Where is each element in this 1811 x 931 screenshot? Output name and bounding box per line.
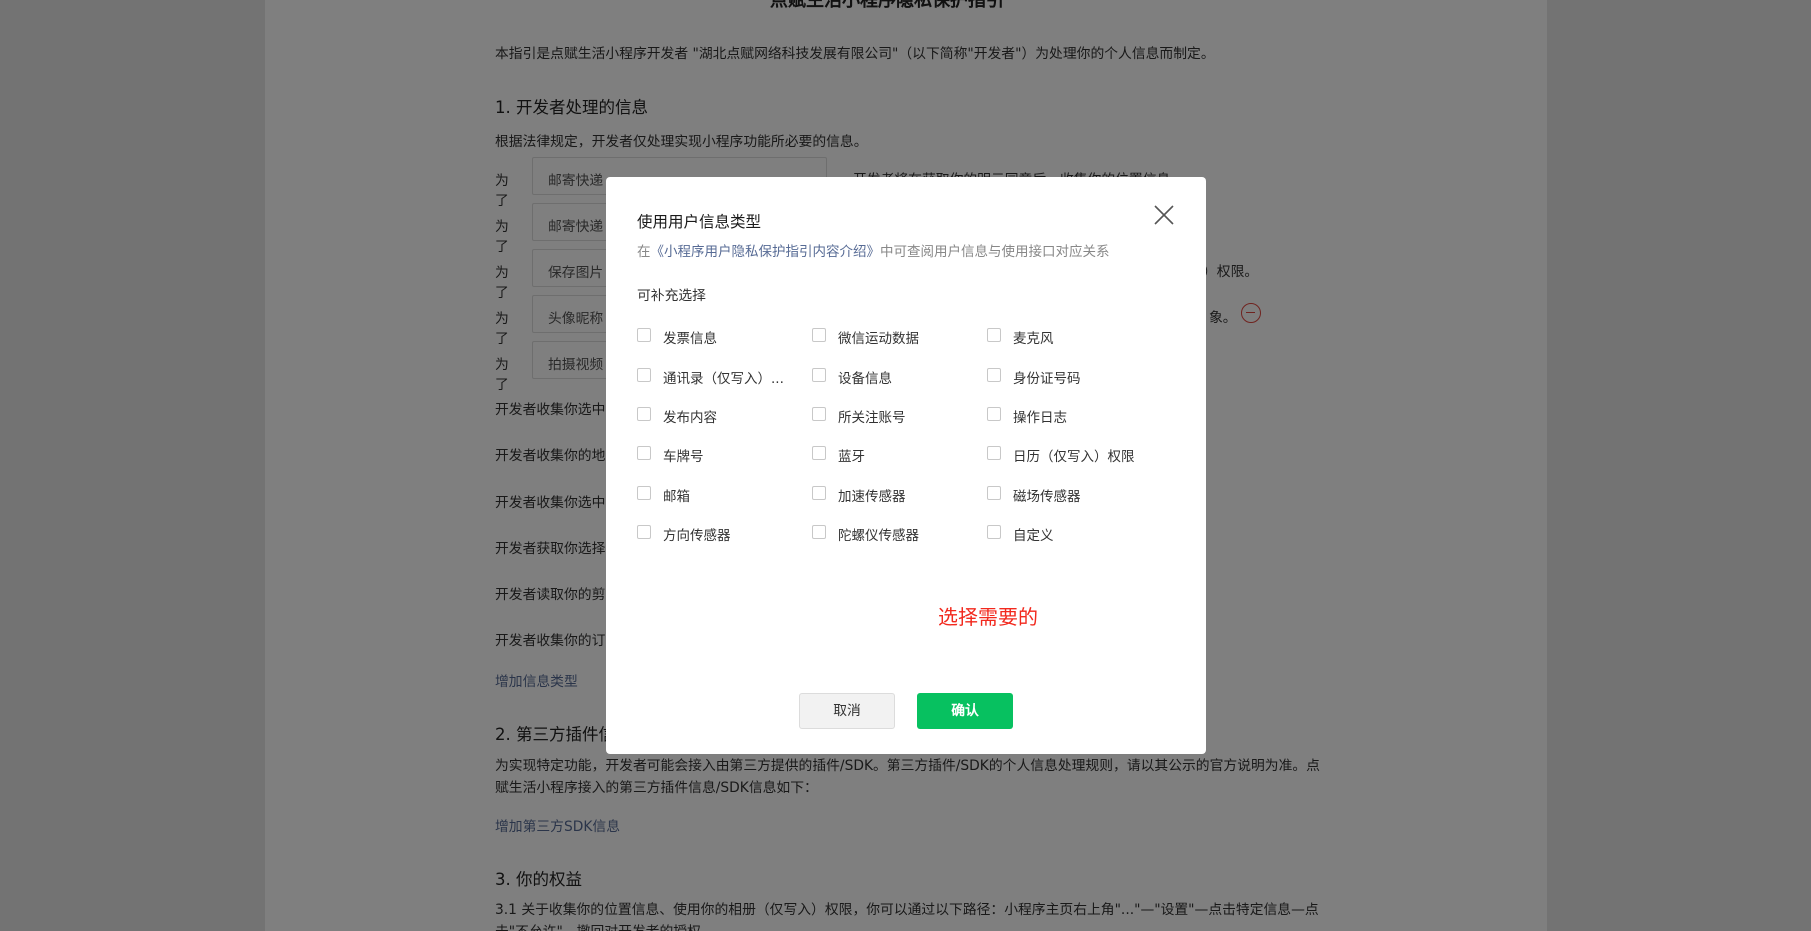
cancel-button[interactable]: 取消 <box>799 693 895 729</box>
privacy-guide-intro-link[interactable]: 《小程序用户隐私保护指引内容介绍》 <box>651 244 881 260</box>
option-label: 陀螺仪传感器 <box>838 528 919 544</box>
option-label: 加速传感器 <box>838 489 906 505</box>
subtitle-prefix: 在 <box>637 244 651 260</box>
checkbox-box[interactable] <box>637 328 651 342</box>
option-label: 方向传感器 <box>663 528 731 544</box>
option-label: 邮箱 <box>663 489 690 505</box>
option-label: 麦克风 <box>1013 331 1054 347</box>
option-label: 车牌号 <box>663 449 704 465</box>
option-label: 所关注账号 <box>838 410 906 426</box>
option-label: 设备信息 <box>838 371 892 387</box>
option-label: 发布内容 <box>663 410 717 426</box>
dialog-title: 使用用户信息类型 <box>637 213 762 231</box>
optional-selection-label: 可补充选择 <box>637 288 706 304</box>
info-type-dialog: 使用用户信息类型 在《小程序用户隐私保护指引内容介绍》中可查阅用户信息与使用接口… <box>606 177 1206 754</box>
annotation-hint: 选择需要的 <box>938 605 1038 629</box>
checkbox-box[interactable] <box>812 328 826 342</box>
option-label: 操作日志 <box>1013 410 1067 426</box>
checkbox-box[interactable] <box>637 486 651 500</box>
option-label: 蓝牙 <box>838 449 865 465</box>
option-label: 自定义 <box>1013 528 1054 544</box>
checkbox-box[interactable] <box>987 446 1001 460</box>
checkbox-box[interactable] <box>987 407 1001 421</box>
option-label: 日历（仅写入）权限 <box>1013 449 1135 465</box>
option-label: 通讯录（仅写入）... <box>663 371 784 387</box>
dialog-subtitle: 在《小程序用户隐私保护指引内容介绍》中可查阅用户信息与使用接口对应关系 <box>637 240 1110 260</box>
checkbox-box[interactable] <box>812 368 826 382</box>
confirm-button[interactable]: 确认 <box>917 693 1013 729</box>
option-label: 磁场传感器 <box>1013 489 1081 505</box>
checkbox-box[interactable] <box>987 368 1001 382</box>
subtitle-suffix: 中可查阅用户信息与使用接口对应关系 <box>880 244 1110 260</box>
option-label: 身份证号码 <box>1013 371 1081 387</box>
option-label: 发票信息 <box>663 331 717 347</box>
close-icon[interactable] <box>1151 202 1177 228</box>
checkbox-box[interactable] <box>637 407 651 421</box>
option-label: 微信运动数据 <box>838 331 919 347</box>
checkbox-box[interactable] <box>812 525 826 539</box>
checkbox-box[interactable] <box>812 486 826 500</box>
checkbox-box[interactable] <box>987 328 1001 342</box>
checkbox-box[interactable] <box>812 407 826 421</box>
checkbox-box[interactable] <box>637 446 651 460</box>
checkbox-box[interactable] <box>987 525 1001 539</box>
checkbox-box[interactable] <box>637 368 651 382</box>
checkbox-box[interactable] <box>987 486 1001 500</box>
checkbox-box[interactable] <box>812 446 826 460</box>
checkbox-box[interactable] <box>637 525 651 539</box>
